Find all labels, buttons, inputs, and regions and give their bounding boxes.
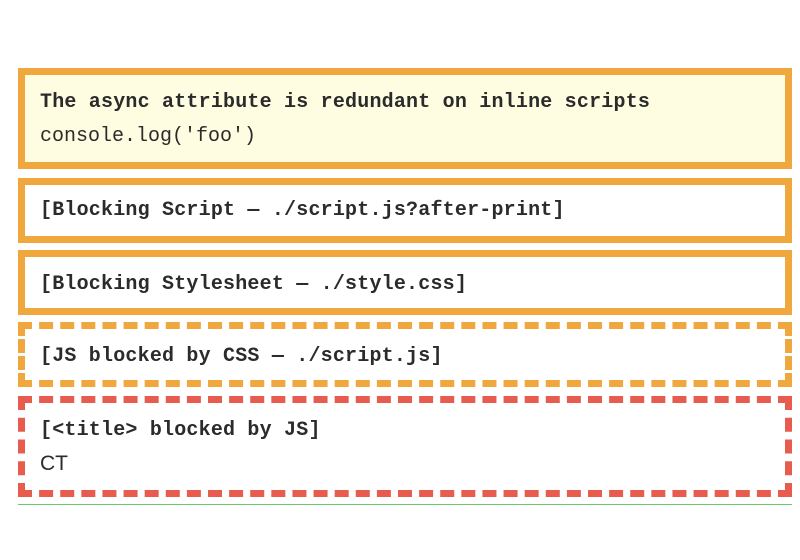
js-blocked-heading: [JS blocked by CSS — ./script.js] [40,345,443,368]
blocking-script-heading: [Blocking Script — ./script.js?after-pri… [40,199,565,222]
title-blocked-heading: [<title> blocked by JS] [40,419,321,442]
warning-heading: The async attribute is redundant on inli… [40,91,651,114]
async-redundant-warning: The async attribute is redundant on inli… [18,68,792,169]
title-blocked-by-js-notice: [<title> blocked by JS] CT [18,396,792,497]
title-content: CT [40,452,68,475]
blocking-script-notice: [Blocking Script — ./script.js?after-pri… [18,178,792,243]
divider-line [18,504,792,505]
inline-script-code: console.log('foo') [40,125,257,148]
blocking-stylesheet-notice: [Blocking Stylesheet — ./style.css] [18,250,792,315]
js-blocked-by-css-notice: [JS blocked by CSS — ./script.js] [18,322,792,387]
blocking-stylesheet-heading: [Blocking Stylesheet — ./style.css] [40,273,468,296]
